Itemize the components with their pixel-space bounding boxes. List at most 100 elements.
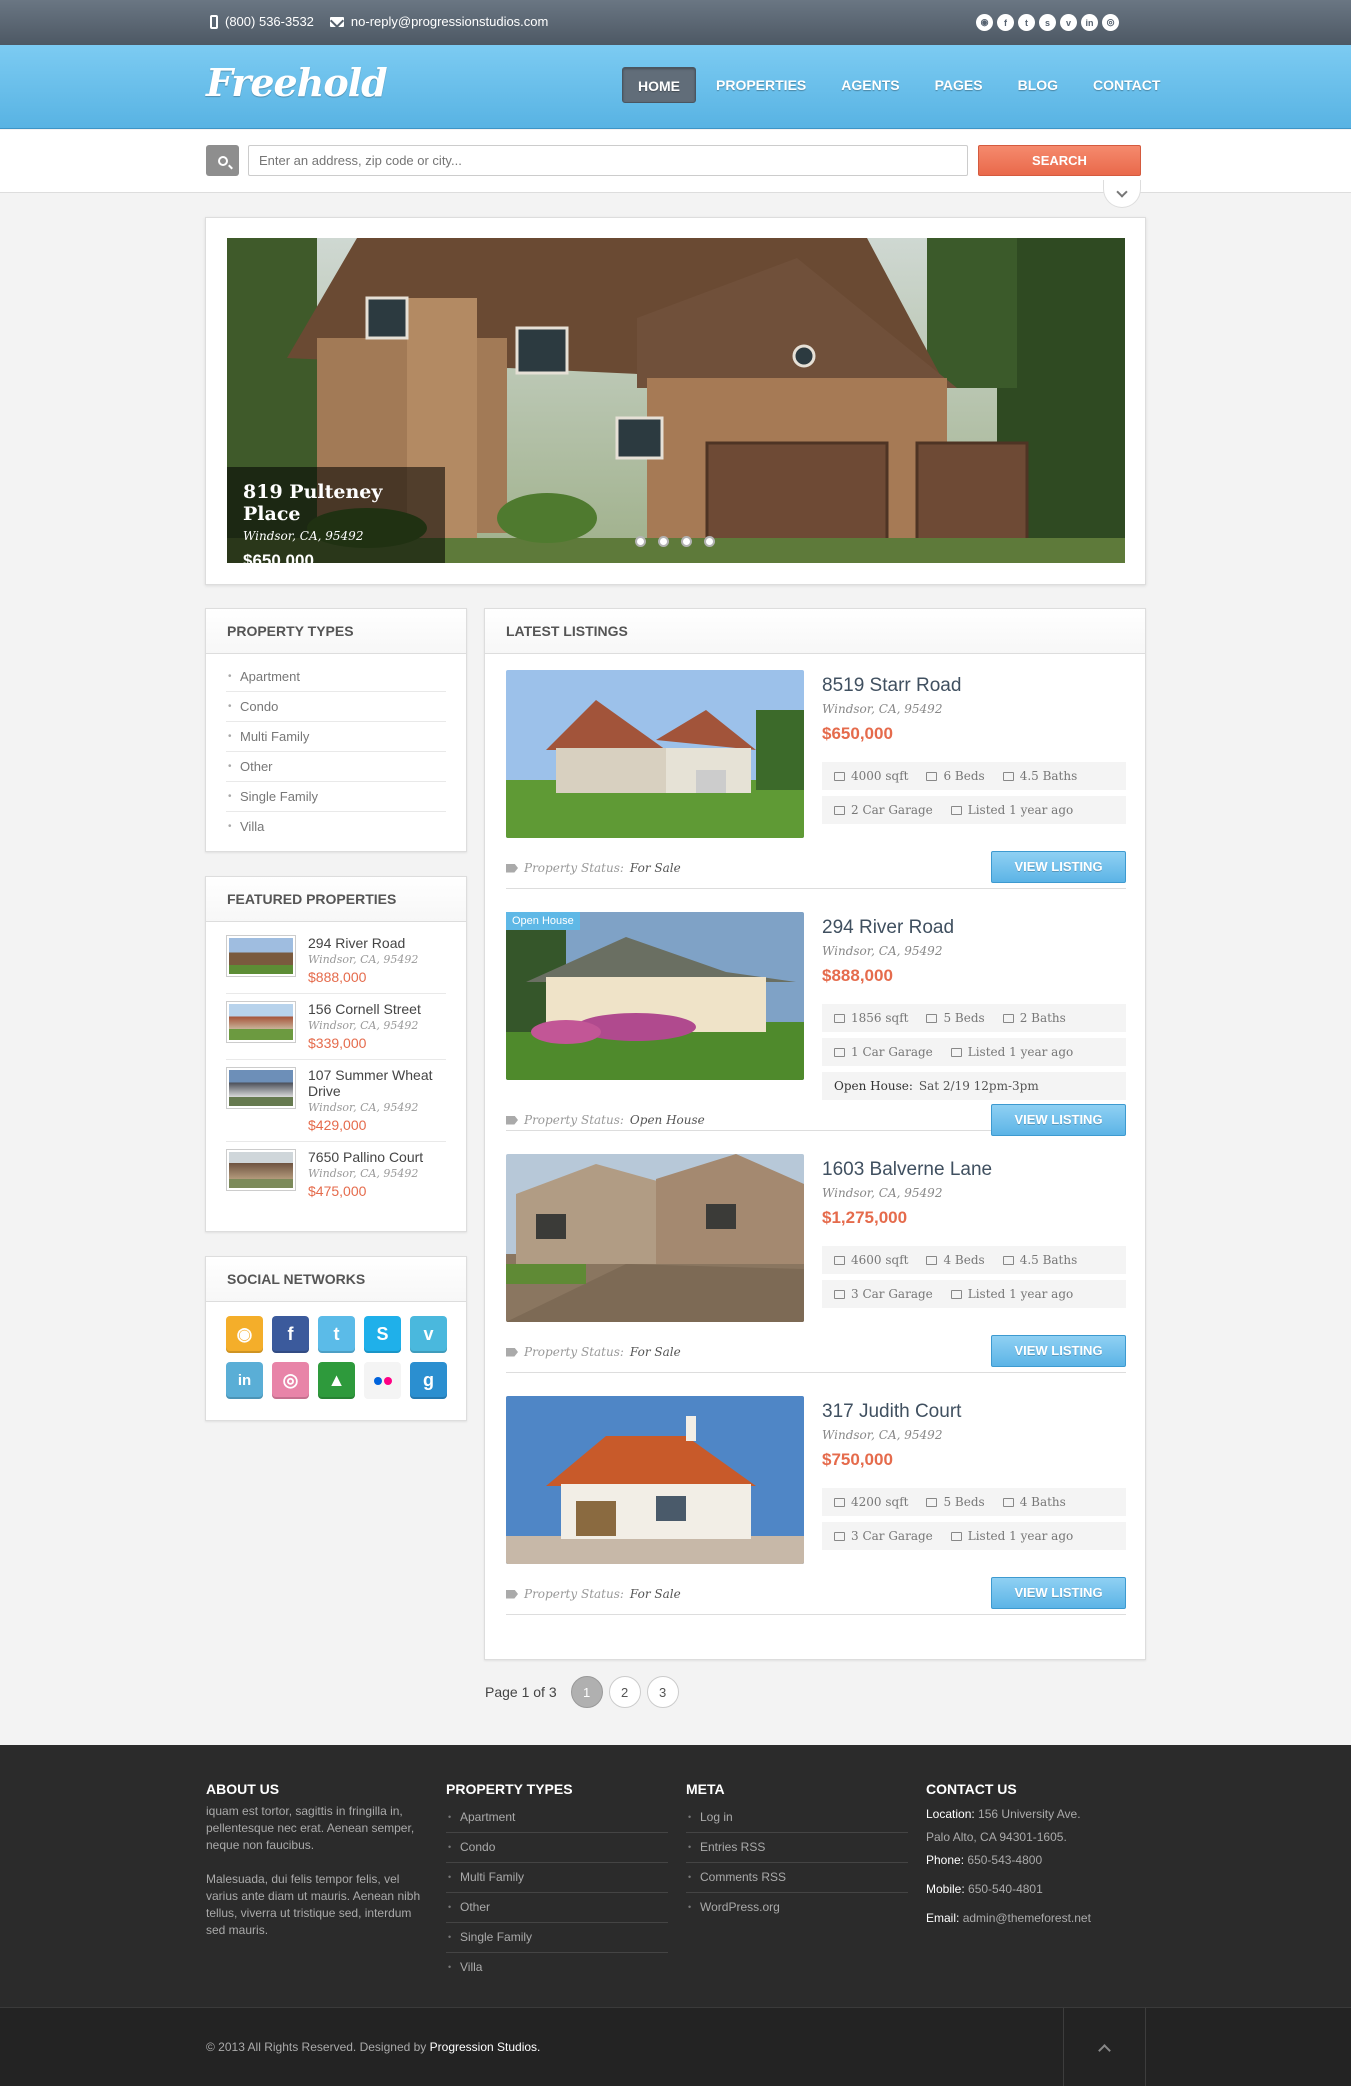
view-listing-button[interactable]: VIEW LISTING	[991, 851, 1126, 883]
listing-title[interactable]: 8519 Starr Road	[822, 675, 961, 697]
view-listing-button[interactable]: VIEW LISTING	[991, 1577, 1126, 1609]
nav-contact[interactable]: CONTACT	[1078, 67, 1175, 103]
vimeo-icon[interactable]: v	[410, 1316, 447, 1353]
listing-title[interactable]: 294 River Road	[822, 917, 954, 939]
footer-contact: CONTACT US Location: 156 University Ave.…	[926, 1781, 1146, 1930]
footer-link[interactable]: Single Family	[446, 1923, 668, 1953]
skype-icon[interactable]: S	[364, 1316, 401, 1353]
property-type-link[interactable]: Villa	[226, 812, 446, 842]
page-button[interactable]: 1	[570, 1676, 603, 1708]
slider-dot[interactable]	[704, 536, 715, 547]
back-to-top-button[interactable]	[1063, 2008, 1146, 2086]
twitter-icon[interactable]: t	[1018, 14, 1035, 31]
nav-properties[interactable]: PROPERTIES	[701, 67, 821, 103]
page-button[interactable]: 2	[608, 1676, 641, 1708]
copyright: © 2013 All Rights Reserved. Designed by …	[206, 2040, 541, 2054]
top-email[interactable]: no-reply@progressionstudios.com	[351, 14, 548, 29]
nav-pages[interactable]: PAGES	[920, 67, 998, 103]
dribbble-icon[interactable]: ◎	[272, 1362, 309, 1399]
flickr-icon[interactable]	[364, 1362, 401, 1399]
featured-item[interactable]: 7650 Pallino Court Windsor, CA, 95492 $475…	[226, 1142, 446, 1207]
tag-icon	[506, 1589, 518, 1599]
nav-agents[interactable]: AGENTS	[826, 67, 914, 103]
contact-email[interactable]: admin@themeforest.net	[963, 1911, 1091, 1925]
search-icon[interactable]	[206, 145, 239, 176]
linkedin-icon[interactable]: in	[226, 1362, 263, 1399]
footer-link[interactable]: Villa	[446, 1953, 668, 1983]
view-listing-button[interactable]: VIEW LISTING	[991, 1335, 1126, 1367]
featured-item[interactable]: 294 River Road Windsor, CA, 95492 $888,000	[226, 928, 446, 994]
contact-mobile: 650-540-4801	[968, 1882, 1043, 1896]
featured-location: Windsor, CA, 95492	[308, 1167, 419, 1180]
facebook-icon[interactable]: f	[997, 14, 1014, 31]
search-button[interactable]: SEARCH	[978, 145, 1141, 176]
contact-location-2: Palo Alto, CA 94301-1605.	[926, 1830, 1067, 1844]
property-type-link[interactable]: Apartment	[226, 662, 446, 692]
property-type-link[interactable]: Multi Family	[226, 722, 446, 752]
slider-dot[interactable]	[681, 536, 692, 547]
listing-image[interactable]	[506, 912, 804, 1080]
google-icon[interactable]: g	[410, 1362, 447, 1399]
search-input[interactable]	[248, 145, 968, 176]
listing-image[interactable]	[506, 1396, 804, 1564]
bed-icon	[926, 1255, 938, 1265]
rss-icon[interactable]: ◉	[226, 1316, 263, 1353]
listing-status: Property Status: For Sale	[506, 1345, 681, 1359]
footer-link[interactable]: Comments RSS	[686, 1863, 908, 1893]
featured-name[interactable]: 107 Summer Wheat Drive	[308, 1067, 446, 1099]
slider-dot[interactable]	[658, 536, 669, 547]
designer-link[interactable]: Progression Studios.	[430, 2040, 541, 2054]
footer-link[interactable]: Entries RSS	[686, 1833, 908, 1863]
skype-icon[interactable]: s	[1039, 14, 1056, 31]
about-text: iquam est tortor, sagittis in fringilla …	[206, 1804, 415, 1852]
featured-name[interactable]: 7650 Pallino Court	[308, 1149, 423, 1165]
listing-specs: 2 Car Garage Listed 1 year ago	[822, 796, 1126, 824]
property-type-link[interactable]: Other	[226, 752, 446, 782]
nav-home[interactable]: HOME	[622, 67, 696, 103]
featured-item[interactable]: 156 Cornell Street Windsor, CA, 95492 $339…	[226, 994, 446, 1060]
pagination: Page 1 of 3 1 2 3	[485, 1676, 679, 1708]
forrst-icon[interactable]: ▲	[318, 1362, 355, 1399]
chevron-down-icon[interactable]	[1103, 180, 1141, 208]
footer: ABOUT US iquam est tortor, sagittis in f…	[0, 1745, 1351, 2007]
dribbble-icon[interactable]: ◎	[1102, 14, 1119, 31]
bottom-bar: © 2013 All Rights Reserved. Designed by …	[0, 2007, 1351, 2086]
footer-link[interactable]: Condo	[446, 1833, 668, 1863]
property-type-link[interactable]: Single Family	[226, 782, 446, 812]
listing-title[interactable]: 317 Judith Court	[822, 1401, 961, 1423]
listing-title[interactable]: 1603 Balverne Lane	[822, 1159, 992, 1181]
featured-item[interactable]: 107 Summer Wheat Drive Windsor, CA, 95492…	[226, 1060, 446, 1142]
nav-blog[interactable]: BLOG	[1003, 67, 1073, 103]
view-listing-button[interactable]: VIEW LISTING	[991, 1104, 1126, 1136]
featured-name[interactable]: 294 River Road	[308, 935, 418, 951]
vimeo-icon[interactable]: v	[1060, 14, 1077, 31]
logo[interactable]: Freehold	[206, 60, 388, 105]
twitter-icon[interactable]: t	[318, 1316, 355, 1353]
footer-link[interactable]: Multi Family	[446, 1863, 668, 1893]
rss-icon[interactable]: ◉	[976, 14, 993, 31]
mail-icon	[329, 16, 344, 27]
featured-thumb[interactable]	[226, 1001, 296, 1043]
slider-dot[interactable]	[635, 536, 646, 547]
footer-link[interactable]: Other	[446, 1893, 668, 1923]
slide-image[interactable]: 819 Pulteney Place Windsor, CA, 95492 $6…	[227, 238, 1125, 563]
linkedin-icon[interactable]: in	[1081, 14, 1098, 31]
featured-thumb[interactable]	[226, 935, 296, 977]
widget-title: SOCIAL NETWORKS	[206, 1257, 466, 1302]
page-button[interactable]: 3	[646, 1676, 679, 1708]
tag-icon	[506, 1347, 518, 1357]
listing-image[interactable]	[506, 1154, 804, 1322]
featured-name[interactable]: 156 Cornell Street	[308, 1001, 421, 1017]
bath-icon	[1002, 1013, 1014, 1023]
featured-thumb[interactable]	[226, 1067, 296, 1109]
footer-link[interactable]: Apartment	[446, 1803, 668, 1833]
listing-location: Windsor, CA, 95492	[822, 1428, 943, 1442]
facebook-icon[interactable]: f	[272, 1316, 309, 1353]
footer-link[interactable]: WordPress.org	[686, 1893, 908, 1923]
slide-title[interactable]: 819 Pulteney Place	[243, 481, 429, 525]
footer-link[interactable]: Log in	[686, 1803, 908, 1833]
listing-image[interactable]	[506, 670, 804, 838]
property-type-link[interactable]: Condo	[226, 692, 446, 722]
featured-thumb[interactable]	[226, 1149, 296, 1191]
listing-price: $1,275,000	[822, 1208, 908, 1227]
